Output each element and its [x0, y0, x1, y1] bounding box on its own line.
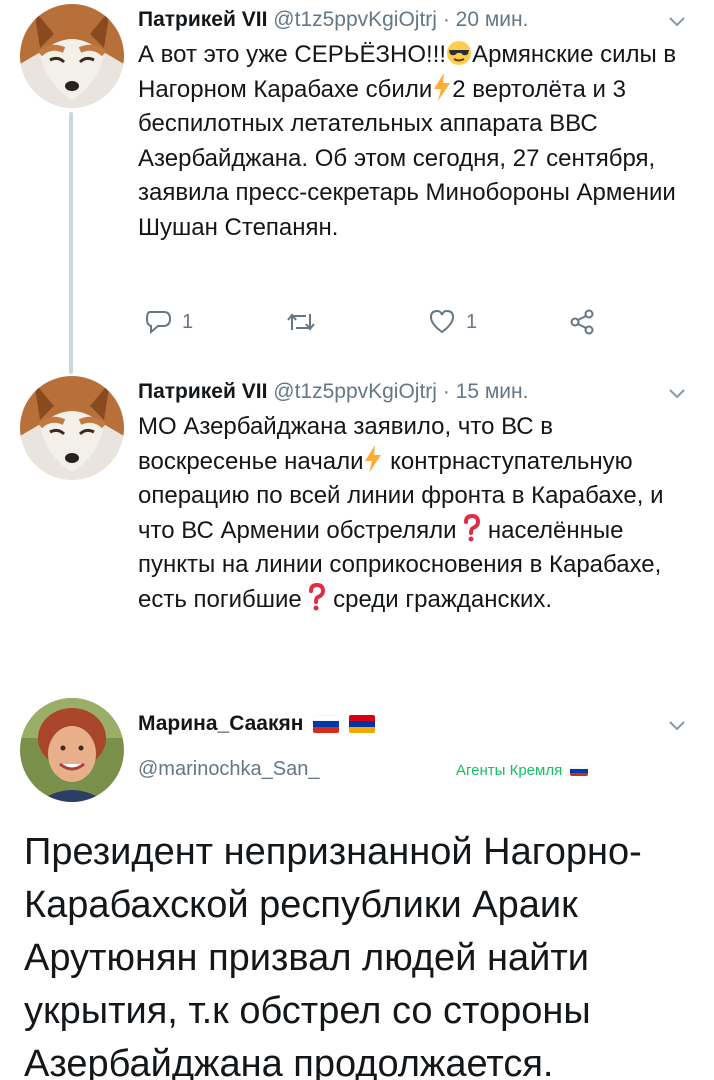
chevron-down-icon[interactable] — [666, 382, 688, 404]
chevron-down-icon[interactable] — [666, 10, 688, 32]
profile-label-text: Агенты Кремля — [456, 762, 563, 779]
tweet-text-part: А вот это уже СЕРЬЁЗНО!!! — [138, 41, 447, 68]
russia-flag-icon — [313, 715, 340, 733]
fox-avatar-image — [20, 4, 124, 108]
tweet-header: Патрикей VII @t1z5ppvKgiOjtrj · 20 мин. — [138, 8, 528, 32]
author-handle[interactable]: @t1z5ppvKgiOjtrj — [273, 8, 437, 31]
tweet-header: Патрикей VII @t1z5ppvKgiOjtrj · 15 мин. — [138, 380, 528, 404]
like-count: 1 — [466, 310, 478, 333]
retweet-icon — [287, 313, 315, 331]
profile-name[interactable]: Марина_Саакян — [138, 712, 376, 736]
sunglasses-emoji-icon — [447, 41, 472, 65]
author-name[interactable]: Патрикей VII — [138, 8, 267, 31]
red-question-mark-icon — [464, 513, 481, 541]
tweet-time[interactable]: · 15 мин. — [443, 380, 529, 403]
tweet-2[interactable]: Патрикей VII @t1z5ppvKgiOjtrj · 15 мин. … — [0, 370, 714, 690]
caption-text: Президент непризнанной Нагорно-Карабахск… — [24, 831, 642, 1080]
profile-label: Агенты Кремля — [456, 762, 589, 779]
profile-handle[interactable]: @marinochka_San_ — [138, 758, 320, 781]
retweet-button[interactable] — [284, 306, 328, 338]
fox-avatar-image — [20, 376, 124, 480]
heart-icon — [429, 309, 455, 334]
author-handle[interactable]: @t1z5ppvKgiOjtrj — [273, 380, 437, 403]
reply-icon — [145, 311, 172, 335]
woman-avatar-image — [20, 698, 124, 802]
avatar-marina[interactable] — [20, 698, 124, 802]
tweet-time[interactable]: · 20 мин. — [443, 8, 529, 31]
tweet-text: А вот это уже СЕРЬЁЗНО!!! Армянские силы … — [138, 38, 698, 245]
armenia-flag-icon — [349, 715, 376, 733]
tweet-1[interactable]: Патрикей VII @t1z5ppvKgiOjtrj · 20 мин. … — [0, 0, 714, 370]
red-question-mark-icon — [309, 582, 326, 610]
reply-button[interactable]: 1 — [144, 306, 193, 338]
tweet-text-part: среди гражданских. — [333, 585, 553, 613]
lightning-bolt-icon — [365, 444, 382, 473]
chevron-down-icon[interactable] — [666, 714, 688, 736]
share-button[interactable] — [568, 306, 606, 338]
author-name[interactable]: Патрикей VII — [138, 380, 267, 403]
avatar-fox[interactable] — [20, 4, 124, 108]
share-icon — [570, 309, 594, 335]
profile-name-text: Марина_Саакян — [138, 712, 304, 735]
tweet-text: МО Азербайджана заявило, что ВС в воскре… — [138, 410, 698, 617]
russia-flag-icon — [570, 764, 589, 776]
like-button[interactable]: 1 — [428, 306, 477, 338]
reply-count: 1 — [182, 310, 194, 333]
lightning-bolt-icon — [434, 72, 451, 101]
tweet-actions: 1 1 — [138, 306, 618, 346]
avatar-fox[interactable] — [20, 376, 124, 480]
